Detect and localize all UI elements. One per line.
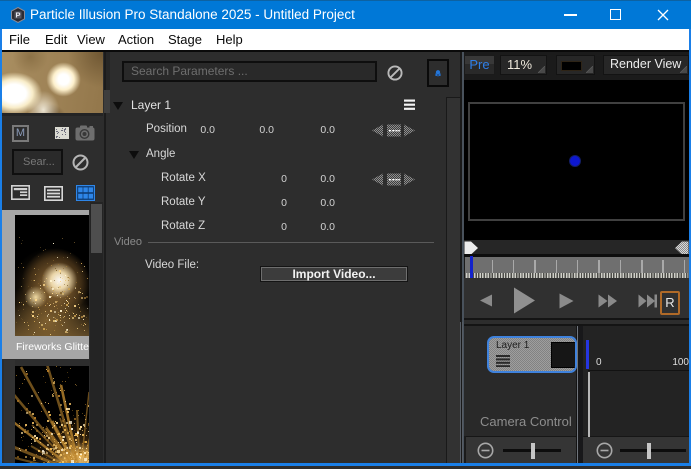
svg-text:P: P — [15, 11, 20, 20]
